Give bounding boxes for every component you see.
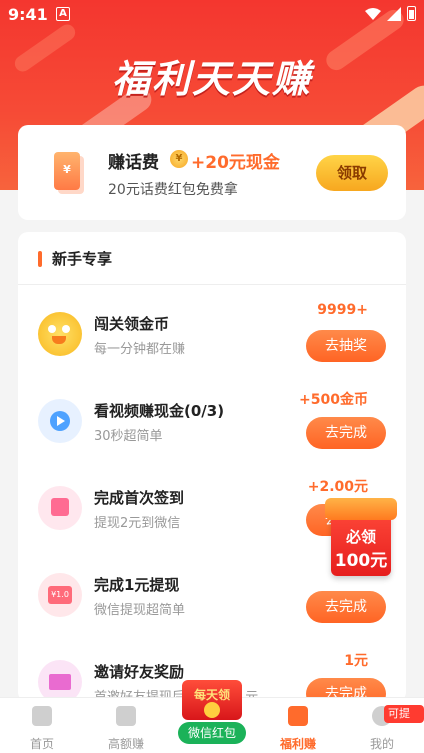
task-title: 闯关领金币 bbox=[94, 315, 170, 333]
chick-icon bbox=[38, 312, 82, 356]
task-desc: 微信提现超简单 bbox=[94, 603, 186, 618]
gift-icon bbox=[288, 706, 308, 726]
section-accent-bar bbox=[38, 251, 42, 267]
task-reward: 9999+ bbox=[317, 302, 368, 318]
task-reward: 1元 bbox=[344, 653, 368, 669]
play-icon bbox=[38, 399, 82, 443]
newbie-tasks-card: 新手专享 闯关领金币 每一分钟都在赚 9999+ 去抽奖 看视频赚现金(0/3)… bbox=[18, 232, 406, 702]
withdraw-badge: 可提现 bbox=[384, 705, 424, 738]
task-watch-video: 看视频赚现金(0/3) 30秒超简单 +500金币 去完成 bbox=[18, 389, 406, 475]
task-reward: +500金币 bbox=[299, 392, 368, 408]
tab-label: 我的 bbox=[369, 737, 394, 751]
cash-icon: ¥1.0 bbox=[38, 573, 82, 617]
app-notification-icon: A bbox=[56, 7, 70, 21]
red-packet-amount: 100元 bbox=[334, 551, 388, 571]
status-icons bbox=[365, 6, 416, 21]
task-reward: +2.00元 bbox=[307, 479, 368, 495]
red-packet-label: 必领 bbox=[345, 528, 376, 546]
calendar-check-icon bbox=[38, 486, 82, 530]
tab-label: 福利赚 bbox=[279, 737, 316, 751]
task-level-coins: 闯关领金币 每一分钟都在赚 9999+ 去抽奖 bbox=[18, 302, 406, 388]
section-title: 新手专享 bbox=[52, 250, 113, 268]
tab-high-earn[interactable]: 高额赚 bbox=[84, 698, 168, 753]
red-envelope-icon: 每天领 bbox=[182, 680, 242, 720]
task-title: 完成1元提现 bbox=[94, 576, 180, 594]
coin-icon: ¥ bbox=[170, 150, 188, 168]
claim-button[interactable]: 领取 bbox=[316, 155, 388, 191]
status-time: 9:41 bbox=[8, 5, 48, 24]
complete-button[interactable]: 去完成 bbox=[306, 417, 386, 449]
coin-icon bbox=[204, 702, 220, 718]
task-desc: 提现2元到微信 bbox=[94, 516, 181, 531]
signal-icon bbox=[387, 6, 401, 21]
task-desc: 每一分钟都在赚 bbox=[94, 342, 186, 357]
tab-label: 高额赚 bbox=[107, 737, 144, 751]
divider bbox=[18, 284, 406, 285]
phone-bill-subtitle: 20元话费红包免费拿 bbox=[108, 182, 238, 198]
money-bag-icon bbox=[116, 706, 136, 726]
mail-icon bbox=[38, 660, 82, 702]
status-bar: 9:41 A bbox=[0, 0, 424, 30]
phone-bill-bonus: +20元现金 bbox=[191, 153, 280, 173]
tab-welfare[interactable]: 福利赚 bbox=[256, 698, 340, 753]
task-title: 完成首次签到 bbox=[94, 489, 185, 507]
tab-wechat-red-packet[interactable]: 每天领 微信红包 bbox=[170, 676, 254, 748]
wifi-icon bbox=[365, 7, 381, 20]
battery-icon bbox=[407, 6, 416, 21]
task-title: 看视频赚现金(0/3) bbox=[94, 402, 225, 420]
tab-home[interactable]: 首页 bbox=[0, 698, 84, 753]
home-icon bbox=[32, 706, 52, 726]
phone-icon: ¥ bbox=[54, 152, 80, 190]
phone-bill-title: 赚话费 bbox=[108, 153, 159, 173]
complete-button[interactable]: 去完成 bbox=[306, 591, 386, 623]
floating-red-packet[interactable]: 必领 100元 bbox=[325, 498, 397, 576]
wechat-red-packet-label: 微信红包 bbox=[178, 722, 246, 744]
lottery-button[interactable]: 去抽奖 bbox=[306, 330, 386, 362]
daily-claim-label: 每天领 bbox=[193, 688, 230, 702]
page-title: 福利天天赚 bbox=[111, 57, 312, 101]
tab-label: 首页 bbox=[29, 737, 54, 751]
phone-bill-card: ¥ 赚话费 ¥ +20元现金 20元话费红包免费拿 领取 bbox=[18, 125, 406, 220]
task-desc: 30秒超简单 bbox=[94, 429, 163, 444]
